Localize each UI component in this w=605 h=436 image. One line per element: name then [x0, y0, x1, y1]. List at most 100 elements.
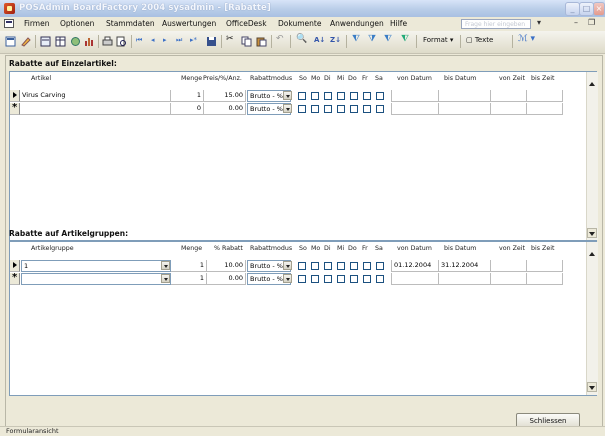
menge-field[interactable]: 1	[171, 260, 207, 272]
chevron-down-icon[interactable]	[283, 91, 292, 100]
chevron-down-icon[interactable]	[283, 104, 292, 113]
chevron-down-icon[interactable]	[283, 261, 292, 270]
artikel-field[interactable]: Virus Carving	[20, 90, 171, 102]
checkbox-so[interactable]	[298, 275, 306, 283]
undo-icon[interactable]: ↶	[276, 34, 284, 44]
von-zeit-field[interactable]	[491, 260, 527, 272]
format-button[interactable]: Format ▾	[423, 36, 453, 44]
vertical-scrollbar[interactable]	[586, 242, 598, 395]
save-icon[interactable]	[206, 36, 217, 47]
scroll-up-icon[interactable]	[589, 82, 595, 86]
artikel-field[interactable]	[20, 103, 171, 115]
checkbox-mo[interactable]	[311, 92, 319, 100]
print-icon[interactable]	[102, 36, 113, 47]
sort-descending-icon[interactable]: Z↓	[330, 36, 341, 44]
checkbox-do[interactable]	[350, 262, 358, 270]
help-dropdown-icon[interactable]: ▾	[537, 18, 541, 27]
new-record-selector[interactable]	[10, 102, 20, 115]
checkbox-do[interactable]	[350, 105, 358, 113]
von-zeit-field[interactable]	[491, 90, 527, 102]
checkbox-do[interactable]	[350, 275, 358, 283]
menu-hilfe[interactable]: Hilfe	[390, 19, 407, 28]
cut-icon[interactable]: ✂	[226, 34, 234, 44]
mdi-minimize-icon[interactable]: –	[574, 18, 578, 27]
checkbox-sa[interactable]	[376, 105, 384, 113]
checkbox-fr[interactable]	[363, 105, 371, 113]
datasheet-icon[interactable]	[55, 36, 66, 47]
design-icon[interactable]	[21, 36, 32, 47]
chevron-down-icon[interactable]	[161, 261, 170, 270]
new-record-icon[interactable]: ▸*	[190, 36, 197, 44]
chevron-down-icon[interactable]	[283, 274, 292, 283]
filter-selection-icon[interactable]: ⧨	[352, 34, 360, 44]
help-search-input[interactable]: Frage hier eingeben	[461, 19, 531, 29]
copy-icon[interactable]	[241, 36, 252, 47]
close-window-button[interactable]: ×	[593, 2, 605, 16]
highlight-icon[interactable]: ℳ ▾	[518, 34, 535, 44]
menu-firmen[interactable]: Firmen	[24, 19, 49, 28]
table-row[interactable]: 1 1 10.00 Brutto - % 01.12.2004 31.12.20…	[10, 260, 586, 272]
checkbox-di[interactable]	[324, 275, 332, 283]
artikelgruppe-select[interactable]	[21, 273, 171, 285]
view-icon[interactable]	[5, 36, 16, 47]
table-row[interactable]: 0 0.00 Brutto - %	[10, 102, 586, 115]
checkbox-mo[interactable]	[311, 275, 319, 283]
menu-optionen[interactable]: Optionen	[60, 19, 94, 28]
vertical-scrollbar[interactable]	[586, 72, 598, 240]
rabatt-field[interactable]: 10.00	[207, 260, 246, 272]
mdi-restore-icon[interactable]: ❐	[588, 18, 595, 27]
minimize-button[interactable]: _	[565, 2, 580, 16]
checkbox-sa[interactable]	[376, 262, 384, 270]
menge-field[interactable]: 0	[171, 103, 204, 115]
checkbox-di[interactable]	[324, 105, 332, 113]
checkbox-mi[interactable]	[337, 275, 345, 283]
menge-field[interactable]: 1	[171, 273, 207, 285]
checkbox-sa[interactable]	[376, 92, 384, 100]
maximize-button[interactable]: □	[579, 2, 594, 16]
menu-anwendungen[interactable]: Anwendungen	[330, 19, 384, 28]
artikelgruppe-select[interactable]: 1	[21, 260, 171, 272]
filter-toggle-icon[interactable]: ⧨	[401, 34, 409, 44]
bis-datum-field[interactable]	[439, 103, 491, 115]
menu-dokumente[interactable]: Dokumente	[278, 19, 321, 28]
checkbox-so[interactable]	[298, 262, 306, 270]
chevron-down-icon[interactable]	[161, 274, 170, 283]
checkbox-so[interactable]	[298, 92, 306, 100]
next-record-icon[interactable]: ▸	[163, 36, 167, 44]
checkbox-fr[interactable]	[363, 92, 371, 100]
filter-form-icon[interactable]: ⧩	[368, 34, 376, 44]
scroll-down-button[interactable]	[587, 228, 597, 238]
sort-ascending-icon[interactable]: A↓	[314, 36, 325, 44]
checkbox-mi[interactable]	[337, 92, 345, 100]
record-selector[interactable]	[10, 90, 20, 102]
new-record-selector[interactable]	[10, 272, 20, 285]
checkbox-mo[interactable]	[311, 105, 319, 113]
print-preview-icon[interactable]	[116, 36, 127, 47]
von-datum-field[interactable]	[391, 103, 439, 115]
apply-filter-icon[interactable]: ⧨	[384, 34, 392, 44]
checkbox-sa[interactable]	[376, 275, 384, 283]
bis-datum-field[interactable]	[439, 273, 491, 285]
form-window-icon[interactable]	[4, 19, 14, 28]
table-row[interactable]: Virus Carving 1 15.00 Brutto - %	[10, 90, 586, 102]
von-datum-field[interactable]	[391, 90, 439, 102]
last-record-icon[interactable]: ⏭	[176, 36, 182, 45]
record-selector[interactable]	[10, 260, 20, 272]
bis-datum-field[interactable]	[439, 90, 491, 102]
prev-record-icon[interactable]: ◂	[151, 36, 155, 44]
properties-icon[interactable]	[70, 36, 81, 47]
find-icon[interactable]: 🔍	[296, 34, 307, 44]
checkbox-so[interactable]	[298, 105, 306, 113]
checkbox-fr[interactable]	[363, 275, 371, 283]
checkbox-mo[interactable]	[311, 262, 319, 270]
bis-datum-field[interactable]: 31.12.2004	[439, 260, 491, 272]
texte-button[interactable]: ▢ Texte	[466, 36, 493, 44]
menu-stammdaten[interactable]: Stammdaten	[106, 19, 155, 28]
preis-field[interactable]: 15.00	[204, 90, 246, 102]
stats-icon[interactable]	[84, 36, 95, 47]
checkbox-mi[interactable]	[337, 105, 345, 113]
rabatt-field[interactable]: 0.00	[207, 273, 246, 285]
bis-zeit-field[interactable]	[527, 260, 563, 272]
checkbox-fr[interactable]	[363, 262, 371, 270]
menu-officedesk[interactable]: OfficeDesk	[226, 19, 267, 28]
